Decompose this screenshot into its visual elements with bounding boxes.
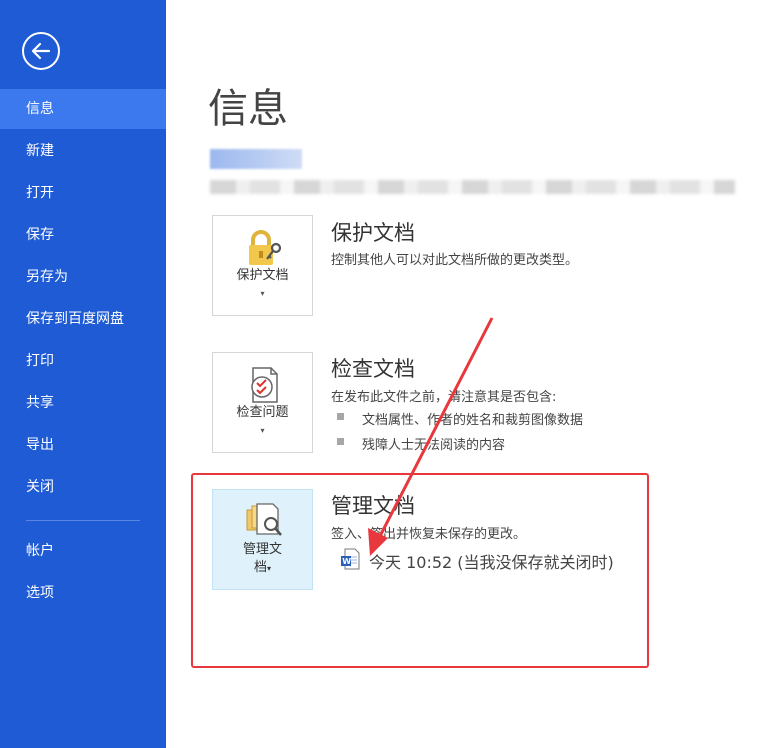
menu-item-info[interactable]: 信息 <box>0 89 166 129</box>
redacted-document-path <box>210 180 735 194</box>
page-title: 信息 <box>208 86 288 132</box>
menu-item-new[interactable]: 新建 <box>0 131 166 171</box>
backstage-sidebar: 信息 新建 打开 保存 另存为 保存到百度网盘 打印 共享 导出 关闭 帐户 选… <box>0 0 166 748</box>
bullet-text: 文档属性、作者的姓名和裁剪图像数据 <box>362 413 584 428</box>
menu-item-share[interactable]: 共享 <box>0 383 166 423</box>
menu-item-save-to-baidu[interactable]: 保存到百度网盘 <box>0 299 166 339</box>
highlight-box <box>191 473 649 668</box>
menu-item-export[interactable]: 导出 <box>0 425 166 465</box>
back-arrow-icon <box>31 42 51 60</box>
section-description: 控制其他人可以对此文档所做的更改类型。 <box>331 253 579 268</box>
bullet-marker <box>337 438 344 445</box>
back-button[interactable] <box>22 32 60 70</box>
section-title: 保护文档 <box>331 221 415 245</box>
menu-item-save-as[interactable]: 另存为 <box>0 257 166 297</box>
menu-item-open[interactable]: 打开 <box>0 173 166 213</box>
menu-separator <box>26 520 140 521</box>
tile-label: 保护文档 <box>236 268 289 283</box>
section-title: 检查文档 <box>331 357 415 381</box>
section-description: 在发布此文件之前，请注意其是否包含: <box>331 390 557 405</box>
menu-item-print[interactable]: 打印 <box>0 341 166 381</box>
protect-document-button[interactable]: 保护文档 ▾ <box>212 215 313 316</box>
menu-item-close[interactable]: 关闭 <box>0 467 166 507</box>
tile-label: 检查问题 <box>236 405 289 420</box>
dropdown-caret-icon: ▾ <box>260 289 265 298</box>
bullet-text: 残障人士无法阅读的内容 <box>362 438 506 453</box>
lock-key-icon <box>249 230 282 265</box>
inspect-document-icon <box>251 367 278 403</box>
menu-item-save[interactable]: 保存 <box>0 215 166 255</box>
check-issues-button[interactable]: 检查问题 ▾ <box>212 352 313 453</box>
redacted-document-name <box>210 149 302 169</box>
menu-item-account[interactable]: 帐户 <box>0 531 166 571</box>
bullet-marker <box>337 413 344 420</box>
menu-item-options[interactable]: 选项 <box>0 573 166 613</box>
dropdown-caret-icon: ▾ <box>260 426 265 435</box>
